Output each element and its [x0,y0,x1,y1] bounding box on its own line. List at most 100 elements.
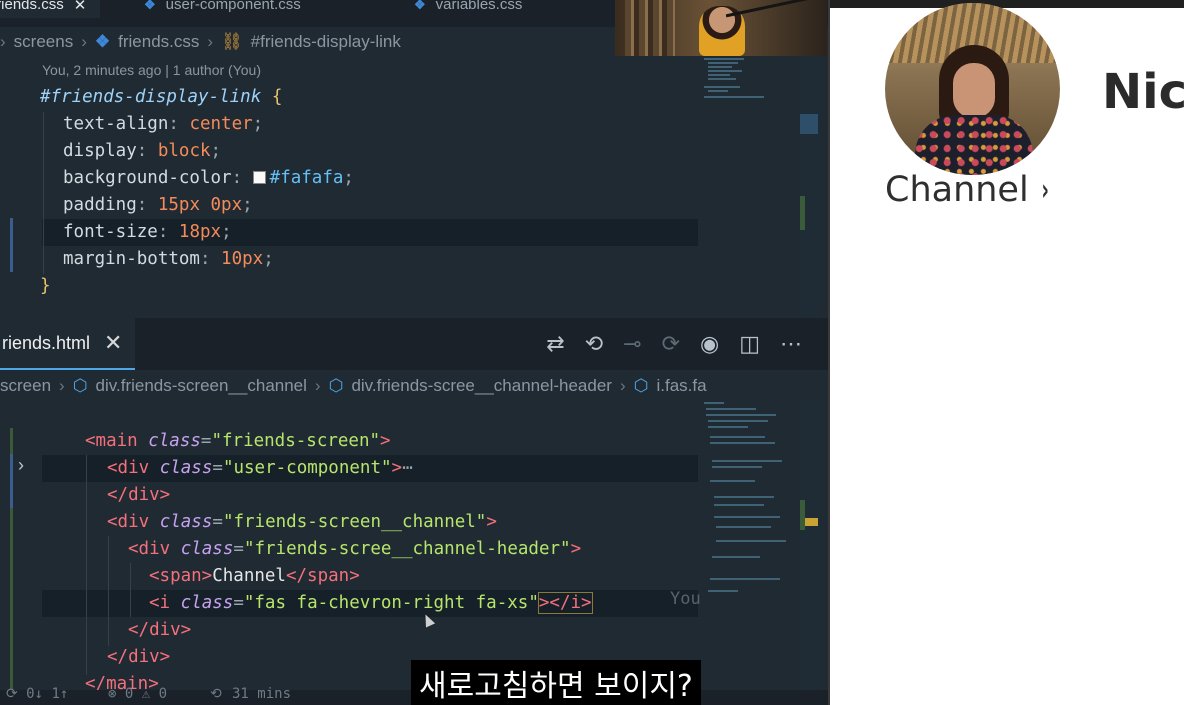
html-line[interactable]: <div class="user-component">⋯ [107,455,413,482]
chevron-right-icon: › [1041,172,1049,208]
css-rule-line[interactable]: text-align: center; [63,111,263,138]
breadcrumb-css: › screens › ❖ friends.css › ⛓ #friends-d… [0,28,401,56]
css-file-icon: ❖ [94,32,111,51]
breadcrumb-item-screen[interactable]: screen [0,376,51,396]
css-value: 10px [221,249,264,269]
next-change-icon[interactable]: ⟳ [662,331,680,357]
tab-label: user-component.css [165,0,301,13]
tab-variables-css[interactable]: ❖ variables.css [400,0,536,18]
css-property: margin-bottom [63,249,200,269]
css-close-line[interactable]: } [40,273,51,300]
html-line[interactable]: <i class="fas fa-chevron-right fa-xs"></… [149,590,593,617]
inline-blame-text: You [670,589,701,609]
problems-status[interactable]: ⊗ 0 ⚠ 0 [108,686,167,702]
profile-avatar [885,3,1060,175]
scrollbar-css[interactable] [800,56,820,318]
git-lens-icon[interactable]: ◉ [700,331,719,357]
html-line[interactable]: <div class="friends-scree__channel-heade… [128,536,581,563]
breadcrumb-item-selector[interactable]: #friends-display-link [251,32,401,52]
html-line[interactable]: </div> [107,482,170,509]
breadcrumb-item-screens[interactable]: screens [14,32,74,52]
breadcrumb-item-channel[interactable]: div.friends-screen__channel [96,376,307,396]
html-line[interactable]: </div> [128,617,191,644]
editor-actions: ⇄ ⟲ ⊸ ⟳ ◉ ◫ ⋯ [546,318,802,370]
minimap-html[interactable] [700,400,800,600]
chevron-right-icon: › [619,376,626,395]
more-actions-icon[interactable]: ⋯ [780,331,802,357]
indent-guide [108,536,109,646]
css-rule-line[interactable]: background-color: #fafafa; [63,165,354,192]
css-value: 15px 0px [157,195,243,215]
css-file-icon: ❖ [414,0,426,12]
css-value: #fafafa [269,168,344,188]
chevron-right-icon: › [314,376,321,395]
indent-guide [86,455,87,675]
chevron-right-icon: › [81,32,87,51]
sync-status[interactable]: ⟳ 0↓ 1↑ [6,686,68,702]
breadcrumb-item-channel-header[interactable]: div.friends-scree__channel-header [351,376,612,396]
selector-icon: ⛓ [221,32,243,51]
breadcrumb-item-file[interactable]: friends.css [118,32,199,52]
tab-label: variables.css [435,0,523,13]
git-commit-icon[interactable]: ⊸ [623,331,641,357]
tab-user-component-css[interactable]: ❖ user-component.css [130,0,315,18]
html-line[interactable]: <span>Channel</span> [149,563,360,590]
css-rule-line[interactable]: margin-bottom: 10px; [63,246,274,273]
html-line[interactable]: <main class="friends-screen"> [85,428,391,455]
profile-name: Nico [1102,64,1184,120]
scrollbar-html[interactable] [800,400,820,700]
folded-ellipsis-icon[interactable]: ⋯ [402,458,413,478]
bookshelf-image [625,0,675,56]
browser-preview: Nico Channel › [828,0,1184,705]
css-property: font-size [63,222,158,242]
git-modified-gutter [10,454,13,508]
session-time[interactable]: 31 mins [232,686,291,702]
close-brace: } [40,276,51,296]
close-icon[interactable]: ✕ [104,330,122,356]
breadcrumb-item-icon-element[interactable]: i.fas.fa [656,376,706,396]
color-swatch[interactable] [252,171,266,184]
minimap-css[interactable] [700,56,800,166]
open-brace: { [271,87,283,107]
git-modified-gutter [10,218,13,272]
css-rule-line[interactable]: padding: 15px 0px; [63,192,253,219]
channel-label: Channel [885,170,1029,210]
css-value: block [157,141,211,161]
fold-chevron-icon[interactable]: › [18,455,24,476]
css-property: background-color [63,168,232,188]
tab-friends-html[interactable]: riends.html ✕ [0,318,135,370]
html-line[interactable]: </div> [107,644,170,671]
indent-guide [130,563,131,617]
html-line[interactable]: <div class="friends-screen__channel"> [107,509,497,536]
split-editor-icon[interactable]: ◫ [739,331,760,357]
breadcrumb-html: screen › ⬡ div.friends-screen__channel ›… [0,372,707,400]
css-rule-line[interactable]: font-size: 18px; [63,219,232,246]
chevron-right-icon: › [0,32,6,51]
video-subtitle: 새로고침하면 보이지? [411,660,701,705]
css-property: text-align [63,114,169,134]
tab-friends-css[interactable]: friends.css ✕ [0,0,101,18]
css-property: display [63,141,137,161]
tab-label: riends.html [2,332,91,353]
css-value: center [189,114,253,134]
indent-guide [43,112,44,274]
editor-tab-bar-bottom: riends.html ✕ ⇄ ⟲ ⊸ ⟳ ◉ ◫ ⋯ [0,318,828,370]
css-selector-line[interactable]: #friends-display-link { [40,84,282,111]
tab-label: friends.css [0,0,64,13]
channel-header[interactable]: Channel › [885,170,1051,210]
git-blame-annotation[interactable]: You, 2 minutes ago | 1 author (You) [42,62,261,78]
webcam-overlay [615,0,827,56]
css-rule-line[interactable]: display: block; [63,138,221,165]
css-property: padding [63,195,137,215]
element-cube-icon: ⬡ [633,376,649,395]
css-file-icon: ❖ [144,0,156,12]
code-editor[interactable]: friends.css ✕ ❖ user-component.css ❖ var… [0,0,828,705]
compare-changes-icon[interactable]: ⇄ [546,331,564,357]
chevron-right-icon: › [207,32,214,51]
history-icon: ⟲ [210,686,222,702]
css-selector: #friends-display-link [40,87,262,107]
chevron-right-icon: › [59,376,65,395]
element-cube-icon: ⬡ [72,376,88,395]
close-icon[interactable]: ✕ [74,0,87,14]
previous-change-icon[interactable]: ⟲ [585,331,603,357]
